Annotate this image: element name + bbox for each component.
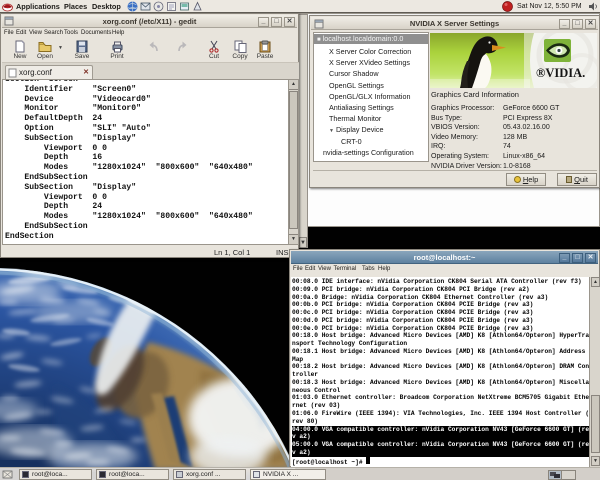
svg-text:®VIDIA.: ®VIDIA. bbox=[536, 66, 585, 80]
